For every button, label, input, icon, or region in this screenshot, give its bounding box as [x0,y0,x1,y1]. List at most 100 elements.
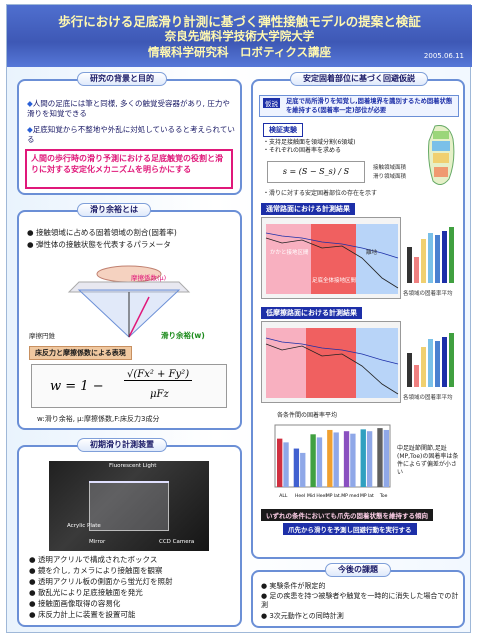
department-name: 情報科学研究科 ロボティクス講座 [148,45,331,59]
avg-tick-label-6: Toe [379,493,388,499]
avg-tick-label-3: MP lat. [326,493,341,499]
device-bullet-1: ● 透明アクリルで構成されたボックス [29,555,158,564]
avg-bar-1-0 [293,448,300,487]
formula-denominator: μFz [150,389,169,400]
formula-numerator: √(Fx² + Fy²) [124,369,193,381]
formula-caption: w:滑り余裕, μ:摩擦係数,F:床反力3成分 [37,415,160,423]
photo-label-acrylic: Acrylic Plate [67,523,101,529]
slip-bullet-1: ● 接触領域に占める固着領域の割合(固着率) [27,228,177,237]
band-label-off: 離地 [366,250,378,256]
bar-heel [414,257,419,283]
avg-chart-title: 各条件間の固着率平均 [277,412,338,419]
bar-mplat [428,233,433,283]
poster-date: 2005.06.11 [423,52,464,60]
photo-label-mirror: Mirror [89,539,106,545]
low-friction-timeseries [261,321,401,403]
band-label-full: 足底全体接地区間 [312,278,357,284]
bullet-dot-icon: ● [29,610,38,619]
conclusion-line-1: いずれの条件においても爪先の固着状態を維持する傾向 [261,509,433,521]
device-bullet-4: ● 散乱光により足底接触面を発光 [29,588,143,597]
low-friction-legend-chart: 各領域の固着率平均 [403,321,461,403]
hypothesis-text: 足底で局所滑りを知覚し,固着境界を識別するため固着状態を維持する(固着率一定)部… [286,98,453,114]
background-panel: ◆人間の足底には筆と同様, 多くの触覚受容器があり, 圧力や滑りを知覚できる ◆… [17,79,242,195]
future-bullet-1: ● 実験条件が限定的 [261,582,326,590]
friction-cone-label: 摩擦円錐 [29,332,55,340]
slip-area-label: 滑り領域面積 [373,174,407,180]
device-tab: 初期滑り計測装置 [77,438,167,452]
avg-bar-2-1 [316,437,323,487]
bar-all [407,247,412,283]
normal-road-timeseries: かかと接地区間 足底全体接地区間 離地 [261,217,401,299]
region-mid [433,153,449,163]
verify-item-1: ・支持足接触面を領域分割(6領域) [263,139,356,146]
avg-bar-4-1 [350,433,356,487]
avg-bar-6-0 [377,428,383,487]
future-tab: 今後の課題 [325,563,391,577]
device-bullet-2: ● 鏡を介し, カメラにより接触面を観察 [29,566,163,575]
avg-bar-5-0 [360,429,366,487]
low-chart-caption: 各領域の固着率平均 [403,395,453,401]
normal-road-heading: 通常路面における計測結果 [261,203,355,215]
bar-all [407,353,412,387]
device-photo [49,461,209,551]
bar-mplat2 [442,231,447,283]
avg-bar-0-0 [277,438,283,487]
avg-tick-label-4: MP med [341,493,359,499]
formula-lhs: w = 1 − [50,379,104,394]
device-bullet-6: ● 床反力計上に装置を設置可能 [29,610,136,619]
normal-chart-caption: 各領域の固着率平均 [403,291,453,297]
avg-bar-0-1 [283,442,289,487]
photo-label-light: Fluorescent Light [109,463,157,469]
background-bullet-1: ◆人間の足底には筆と同様, 多くの触覚受容器があり, 圧力や滑りを知覚できる [27,99,230,118]
avg-bar-1-1 [300,452,306,487]
bullet-dot-icon: ● [29,577,38,586]
institution-name: 奈良先端科学技術大学院大学 [164,29,315,43]
verify-note: ・滑りに対する安定固着部位の存在を示す [263,190,378,197]
bar-mplat2 [442,337,447,387]
hypothesis-tab: 安定固着部位に基づく回避仮説 [290,72,428,86]
bullet-dot-icon: ● [27,240,36,249]
low-friction-heading: 低摩擦路面における計測結果 [261,307,362,319]
bar-toe [449,333,454,387]
bullet-dot-icon: ● [29,566,38,575]
poster: 歩行における足底滑り計測に基づく弾性接触モデルの提案と検証 奈良先端科学技術大学… [6,4,472,633]
future-bullet-2: ● 足の疾患を持つ被験者や触覚を一時的に消失した場合での計測 [261,592,459,609]
bar-mpmed [435,341,440,387]
avg-bar-3-0 [327,429,333,487]
band-toe-off [356,328,398,398]
verify-tab: 検証実験 [263,123,303,137]
hypothesis-prefix: 仮説 [263,98,280,108]
bullet-dot-icon: ● [29,555,38,564]
band-heel-contact [266,328,306,398]
poster-header: 歩行における足底滑り計測に基づく弾性接触モデルの提案と検証 奈良先端科学技術大学… [7,5,472,67]
future-panel: ● 実験条件が限定的 ● 足の疾患を持つ被験者や触覚を一時的に消失した場合での計… [251,570,465,628]
slip-margin-tab: 滑り余裕とは [77,203,151,217]
region-heel [434,167,448,177]
low-friction-plot [265,328,399,398]
normal-road-bars [407,227,454,283]
avg-bar-3-1 [333,432,339,487]
hypothesis-panel: 仮説 足底で局所滑りを知覚し,固着境界を識別するため固着状態を維持する(固着率一… [251,79,465,559]
contact-area-label: 接触領域面積 [373,165,407,171]
avg-tick-label-0: ALL [279,493,288,499]
band-label-heel: かかと接地区間 [270,250,309,256]
band-toe-off [356,224,398,294]
normal-road-plot [265,224,399,294]
stick-ratio-formula: s = (S − S_s) / S [267,161,365,183]
device-bullet-5: ● 接触面画像取得の容易化 [29,599,121,608]
device-bullet-3: ● 透明アクリル板の側面から蛍光灯を照射 [29,577,173,586]
formula-box: w = 1 − √(Fx² + Fy²) μFz [31,364,227,408]
bar-toe [449,227,454,283]
region-toe [433,131,449,139]
bullet-dot-icon: ● [29,599,38,608]
bar-mpmed [435,235,440,283]
avg-tick-label-2: Mid Heel [307,493,327,499]
photo-label-camera: CCD Camera [159,539,195,545]
low-friction-bars [407,333,454,387]
avg-bar-6-1 [383,429,389,487]
region-mp [432,141,450,151]
band-full-contact [306,328,356,398]
bar-midheel [421,347,426,387]
avg-tick-label-5: MP lat [360,493,374,499]
toe-stability-note: 中足趾節関節,足趾(MP,Toe)の固着率は条件によらず偏差が小さい [397,445,459,476]
